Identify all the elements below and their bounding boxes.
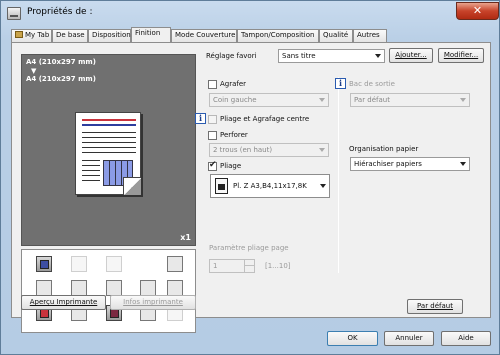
output-size-label: A4 (210x297 mm): [26, 75, 96, 83]
tab-de-base[interactable]: De base: [52, 29, 88, 42]
staple-label: Agrafer: [220, 80, 247, 88]
favorite-setting-select[interactable]: Sans titre: [278, 49, 385, 63]
add-favorite-button[interactable]: Ajouter...: [389, 48, 433, 63]
window-title: Propriétés de :: [27, 7, 93, 17]
staple-checkbox[interactable]: [208, 80, 217, 89]
zfold-paper-icon: [215, 178, 228, 194]
chevron-down-icon: [460, 162, 466, 166]
fold-staple-center-label: Pliage et Agrafage centre: [220, 115, 310, 123]
fold-label: Pliage: [220, 162, 242, 170]
staple-icon[interactable]: [36, 256, 52, 272]
fold-corner-icon: [123, 177, 141, 195]
offset-icon[interactable]: [71, 280, 87, 296]
spin-down-icon[interactable]: [244, 266, 254, 272]
printer-icon: [7, 7, 21, 20]
cancel-button[interactable]: Annuler: [384, 331, 434, 346]
tab-autres[interactable]: Autres: [353, 29, 387, 42]
default-button[interactable]: Par défaut: [407, 299, 463, 314]
column-divider: [338, 77, 339, 273]
tab-disposition[interactable]: Disposition: [88, 29, 131, 42]
staple-position-select[interactable]: Coin gauche: [209, 93, 329, 107]
original-size-label: A4 (210x297 mm): [26, 58, 96, 66]
info-icon[interactable]: i: [195, 113, 206, 124]
help-button[interactable]: Aide: [441, 331, 491, 346]
printer-info-button[interactable]: Infos imprimante: [110, 295, 196, 310]
modify-favorite-button[interactable]: Modifier...: [438, 48, 484, 63]
copies-count: x1: [180, 233, 191, 242]
fold-type-dropdown[interactable]: [316, 180, 328, 192]
finishing-icons-panel: [21, 249, 196, 333]
fold-type-value: Pl. Z A3,B4,11x17,8K: [233, 182, 307, 190]
booklet-icon[interactable]: [106, 256, 122, 272]
tab-mode-couverture[interactable]: Mode Couverture: [171, 29, 237, 42]
title-bar: Propriétés de : ✕: [1, 1, 500, 27]
chevron-down-icon: [319, 98, 325, 102]
output-tray-icon[interactable]: [167, 256, 183, 272]
paper-arrangement-select[interactable]: Hiérachiser papiers: [350, 157, 470, 171]
chevron-down-icon: [319, 148, 325, 152]
favorite-setting-label: Réglage favori: [206, 52, 257, 60]
output-tray-select[interactable]: Par défaut: [350, 93, 470, 107]
preview-page-icon: [75, 112, 141, 195]
info-icon[interactable]: i: [335, 78, 346, 89]
fold-staple-center-checkbox[interactable]: [208, 115, 217, 124]
fold-page-param-label: Paramètre pliage page: [209, 244, 289, 252]
print-preview-button[interactable]: Aperçu Imprimante: [21, 295, 106, 310]
checkmark-icon: ✔: [209, 160, 217, 170]
zfold-icon[interactable]: [106, 280, 122, 296]
punch-label: Perforer: [220, 131, 248, 139]
fold-page-param-range: [1...10]: [265, 262, 291, 270]
punch-select[interactable]: 2 trous (en haut): [209, 143, 329, 157]
center-staple-icon[interactable]: [71, 256, 87, 272]
fold-page-param-spinner[interactable]: 1: [209, 259, 255, 273]
chevron-down-icon: [375, 54, 381, 58]
printer-properties-dialog: Propriétés de : ✕ My Tab De base Disposi…: [0, 0, 500, 355]
trim-icon[interactable]: [167, 280, 183, 296]
my-tab-icon: [15, 31, 23, 38]
punch-checkbox[interactable]: [208, 131, 217, 140]
tab-tampon-composition[interactable]: Tampon/Composition: [237, 29, 319, 42]
trifold-icon[interactable]: [140, 280, 156, 296]
fold-type-select[interactable]: Pl. Z A3,B4,11x17,8K: [210, 174, 330, 198]
chevron-down-icon: [320, 184, 326, 188]
finition-panel: A4 (210x297 mm) ▼ A4 (210x297 mm) x1 Ape…: [11, 42, 491, 333]
paper-arrangement-label: Organisation papier: [349, 145, 419, 153]
tab-finition[interactable]: Finition: [131, 27, 171, 42]
chevron-down-icon: [460, 98, 466, 102]
print-preview-area: A4 (210x297 mm) ▼ A4 (210x297 mm) x1: [21, 54, 196, 246]
ok-button[interactable]: OK: [327, 331, 378, 346]
tab-qualite[interactable]: Qualité: [319, 29, 353, 42]
fold-checkbox[interactable]: ✔: [208, 160, 217, 171]
close-button[interactable]: ✕: [456, 2, 499, 20]
output-tray-label: Bac de sortie: [349, 80, 395, 88]
size-arrow-icon: ▼: [31, 67, 37, 75]
tab-my-tab[interactable]: My Tab: [11, 29, 52, 42]
punch-icon[interactable]: [36, 280, 52, 296]
